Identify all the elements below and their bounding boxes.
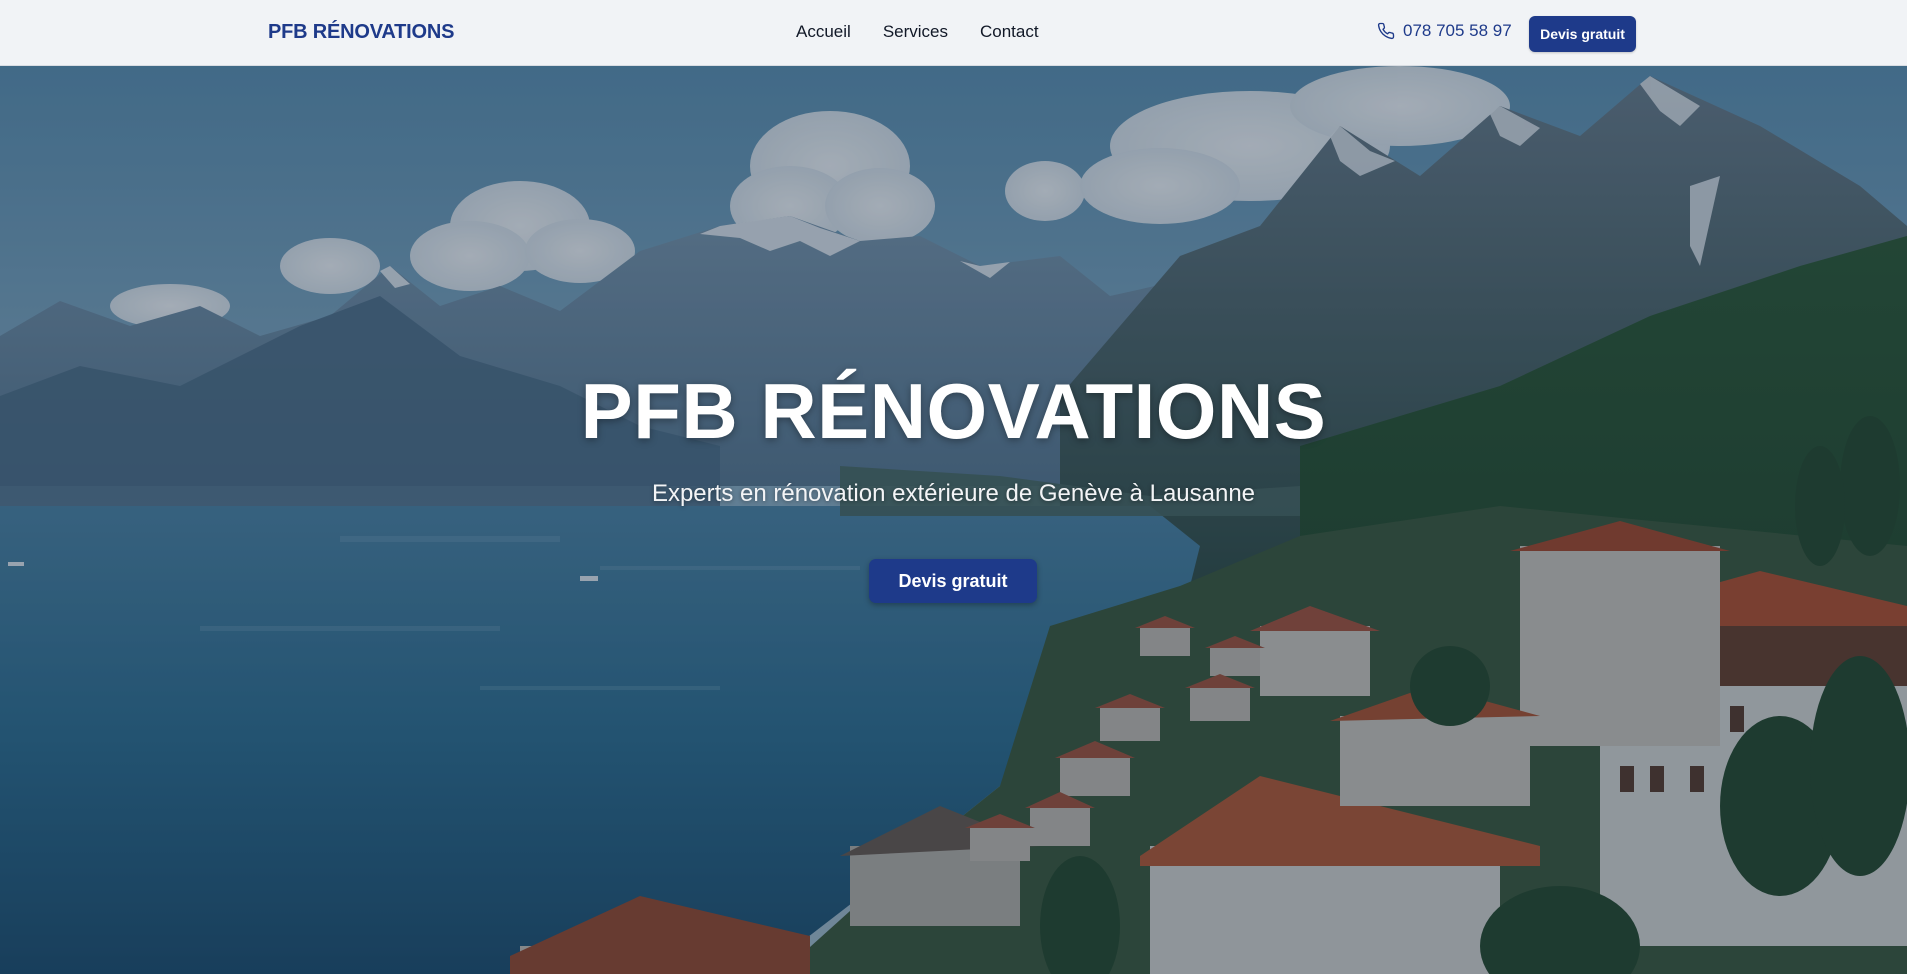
hero-subtitle: Experts en rénovation extérieure de Genè… bbox=[651, 480, 1256, 507]
phone-icon bbox=[1377, 22, 1395, 40]
phone-link[interactable]: 078 705 58 97 bbox=[1377, 21, 1512, 41]
hero-dark-overlay bbox=[0, 66, 1907, 974]
hero-title: PFB RÉNOVATIONS bbox=[580, 367, 1327, 455]
devis-gratuit-nav-button[interactable]: Devis gratuit bbox=[1529, 16, 1636, 52]
brand-logo[interactable]: PFB RÉNOVATIONS bbox=[268, 21, 454, 44]
main-nav: Accueil Services Contact bbox=[796, 22, 1039, 42]
phone-number: 078 705 58 97 bbox=[1403, 21, 1512, 40]
nav-link-contact[interactable]: Contact bbox=[980, 22, 1039, 42]
nav-link-accueil[interactable]: Accueil bbox=[796, 22, 851, 42]
hero-section: PFB RÉNOVATIONS Experts en rénovation ex… bbox=[0, 66, 1907, 974]
nav-link-services[interactable]: Services bbox=[883, 22, 948, 42]
devis-gratuit-hero-button[interactable]: Devis gratuit bbox=[869, 559, 1037, 603]
top-navbar: PFB RÉNOVATIONS Accueil Services Contact… bbox=[0, 0, 1907, 66]
